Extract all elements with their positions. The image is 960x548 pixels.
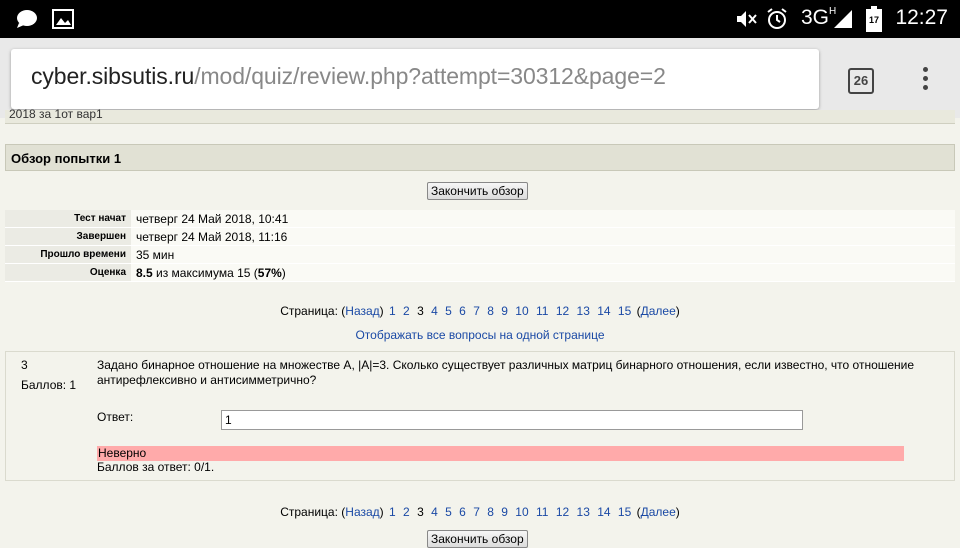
question-marks: Баллов: 1: [21, 378, 77, 392]
chat-notification-icon: [17, 10, 37, 28]
pager-page-link[interactable]: 9: [501, 505, 508, 519]
battery-level: 17: [868, 15, 879, 25]
overflow-menu-icon[interactable]: [918, 67, 932, 97]
pager-page-link[interactable]: 2: [403, 505, 410, 519]
pager-page-link[interactable]: 9: [501, 304, 508, 318]
pager-page-link[interactable]: 8: [487, 505, 494, 519]
answer-field[interactable]: [221, 410, 803, 430]
clock: 12:27: [895, 6, 948, 29]
mute-icon: [737, 11, 757, 27]
url-host: cyber.sibsutis.ru: [31, 63, 195, 89]
pager-page-link[interactable]: 13: [577, 304, 590, 318]
finish-review-button-top[interactable]: Закончить обзор: [427, 182, 528, 200]
finish-review-button-bottom[interactable]: Закончить обзор: [427, 530, 528, 548]
summary-row-started: Тест начат четверг 24 Май 2018, 10:41: [5, 210, 955, 228]
status-bar: 3GH 17 12:27: [0, 0, 960, 38]
summary-row-grade: Оценка 8.5 из максимума 15 (57%): [5, 264, 955, 282]
review-header: Обзор попытки 1: [5, 144, 955, 171]
pager-page-link[interactable]: 15: [618, 304, 631, 318]
pager-page-link[interactable]: 13: [577, 505, 590, 519]
show-all-questions: Отображать все вопросы на одной странице: [0, 328, 960, 342]
question-grade: Баллов за ответ: 0/1.: [97, 460, 215, 474]
course-header-cutoff: 2018 за 1от вар1: [5, 107, 955, 124]
pager-page-link[interactable]: 12: [556, 505, 569, 519]
pager-page-link[interactable]: 5: [445, 505, 452, 519]
alarm-icon: [767, 8, 787, 29]
pager-prev-link[interactable]: Назад: [345, 505, 379, 519]
pager-current-page: 3: [417, 505, 424, 519]
pager-pages: 1 2 3 4 5 6 7 8 9 10 11 12 13 14 15: [387, 505, 637, 519]
pager-page-link[interactable]: 8: [487, 304, 494, 318]
grade-score: 8.5: [136, 266, 153, 280]
pager-page-link[interactable]: 11: [536, 304, 548, 318]
network-type: 3GH: [801, 6, 837, 29]
incorrect-feedback: Неверно: [97, 446, 904, 461]
url-text[interactable]: cyber.sibsutis.ru/mod/quiz/review.php?at…: [31, 63, 666, 90]
pager-page-link[interactable]: 4: [431, 304, 438, 318]
browser-toolbar: cyber.sibsutis.ru/mod/quiz/review.php?at…: [0, 38, 960, 118]
pager-page-link[interactable]: 11: [536, 505, 548, 519]
url-path: /mod/quiz/review.php?attempt=30312&page=…: [194, 63, 666, 89]
pager-bottom: Страница: (Назад) 1 2 3 4 5 6 7 8 9 10 1…: [280, 505, 680, 519]
pager-page-link[interactable]: 6: [459, 505, 466, 519]
pager-page-link[interactable]: 5: [445, 304, 452, 318]
summary-row-time-taken: Прошло времени 35 мин: [5, 246, 955, 264]
pager-page-link[interactable]: 1: [389, 304, 396, 318]
pager-prev-link[interactable]: Назад: [345, 304, 379, 318]
pager-page-link[interactable]: 12: [556, 304, 569, 318]
question-number: 3: [21, 358, 28, 372]
question-text: Задано бинарное отношение на множестве А…: [97, 358, 915, 387]
pager-page-link[interactable]: 4: [431, 505, 438, 519]
pager-page-link[interactable]: 6: [459, 304, 466, 318]
tab-switcher-button[interactable]: 26: [848, 68, 874, 94]
pager-page-link[interactable]: 10: [515, 505, 528, 519]
pager-pages: 1 2 3 4 5 6 7 8 9 10 11 12 13 14 15: [387, 304, 637, 318]
pager-page-link[interactable]: 7: [473, 304, 480, 318]
page-content: 2018 за 1от вар1 Обзор попытки 1 Закончи…: [0, 107, 960, 548]
pager-page-link[interactable]: 10: [515, 304, 528, 318]
show-all-questions-link[interactable]: Отображать все вопросы на одной странице: [355, 328, 604, 342]
pager-page-link[interactable]: 1: [389, 505, 396, 519]
pager-page-link[interactable]: 2: [403, 304, 410, 318]
image-notification-icon: [52, 9, 74, 29]
pager-page-link[interactable]: 15: [618, 505, 631, 519]
battery-icon: 17: [866, 6, 882, 32]
pager-next-link[interactable]: Далее: [641, 304, 676, 318]
signal-icon: [834, 10, 852, 28]
pager-page-link[interactable]: 14: [597, 505, 610, 519]
summary-row-finished: Завершен четверг 24 Май 2018, 11:16: [5, 228, 955, 246]
pager-next-link[interactable]: Далее: [641, 505, 676, 519]
page-title: Обзор попытки 1: [11, 151, 122, 166]
pager-page-link[interactable]: 14: [597, 304, 610, 318]
attempt-summary-table: Тест начат четверг 24 Май 2018, 10:41 За…: [5, 210, 955, 282]
grade-percent: 57%: [257, 266, 282, 280]
pager-current-page: 3: [417, 304, 424, 318]
pager-top: Страница: (Назад) 1 2 3 4 5 6 7 8 9 10 1…: [280, 304, 680, 318]
pager-page-link[interactable]: 7: [473, 505, 480, 519]
address-bar[interactable]: cyber.sibsutis.ru/mod/quiz/review.php?at…: [11, 49, 819, 109]
question-block: 3 Баллов: 1 Задано бинарное отношение на…: [5, 351, 955, 481]
answer-label: Ответ:: [97, 410, 134, 424]
